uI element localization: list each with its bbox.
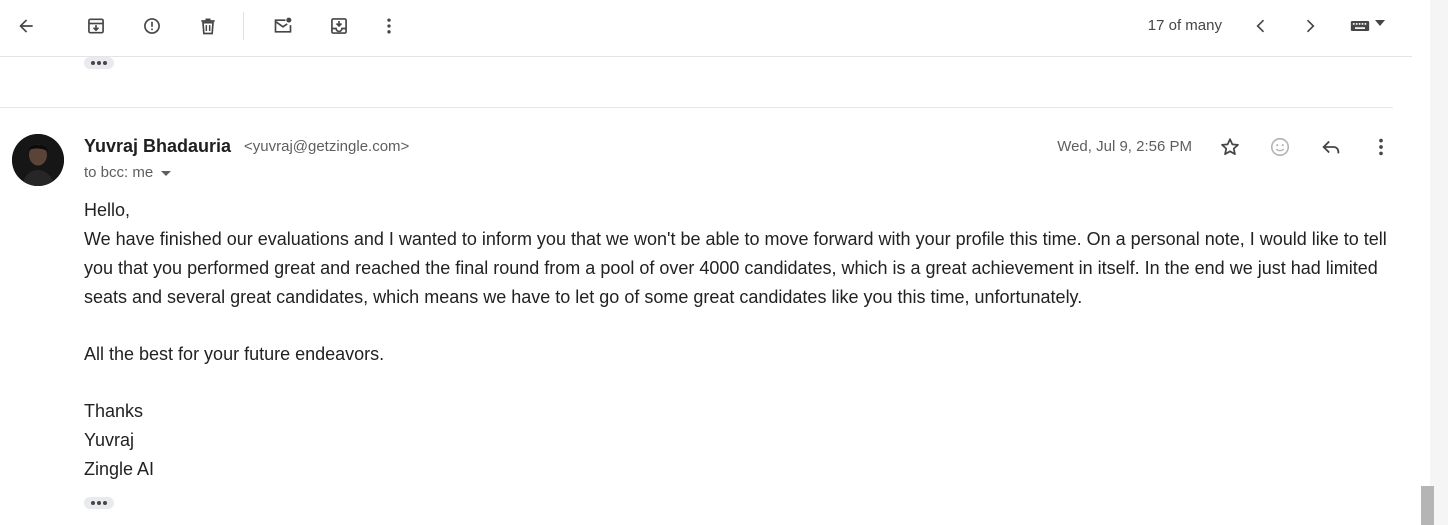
message-more-button[interactable] — [1363, 129, 1399, 165]
sender-name[interactable]: Yuvraj Bhadauria — [84, 136, 231, 157]
toolbar-separator — [243, 12, 244, 40]
star-icon — [1221, 138, 1239, 156]
scrollbar-track[interactable] — [1430, 0, 1448, 525]
chevron-down-icon — [1375, 20, 1385, 26]
star-button[interactable] — [1212, 129, 1248, 165]
archive-icon — [88, 18, 104, 34]
older-button[interactable] — [1292, 8, 1328, 44]
message-toolbar: 17 of many — [0, 0, 1412, 57]
more-vert-icon — [387, 18, 391, 34]
scrollbar-thumb[interactable] — [1421, 486, 1434, 525]
arrow-back-icon — [19, 19, 33, 33]
wishes-line: All the best for your future endeavors. — [84, 344, 385, 364]
mark-unread-button[interactable] — [265, 8, 301, 44]
back-button[interactable] — [8, 8, 44, 44]
reply-button[interactable] — [1313, 129, 1349, 165]
add-reaction-button[interactable] — [1262, 129, 1298, 165]
more-vert-icon — [1379, 138, 1383, 156]
signature-name: Yuvraj — [84, 430, 135, 450]
move-to-icon — [331, 18, 347, 34]
reply-icon — [1322, 140, 1340, 154]
recipients-details[interactable]: to bcc: me — [84, 164, 172, 181]
body-paragraph: We have finished our evaluations and I w… — [84, 229, 1387, 307]
more-options-button[interactable] — [371, 8, 407, 44]
sender-avatar[interactable] — [12, 134, 64, 186]
caret-down-icon — [161, 170, 172, 176]
newer-button[interactable] — [1243, 8, 1279, 44]
show-trimmed-content-button[interactable] — [84, 497, 114, 509]
input-tools-button[interactable] — [1340, 8, 1392, 44]
avatar-photo — [12, 134, 64, 186]
keyboard-icon — [1350, 21, 1370, 31]
message-date: Wed, Jul 9, 2:56 PM — [1057, 138, 1192, 155]
recipients-label: to bcc: me — [84, 164, 154, 181]
emoji-icon — [1270, 137, 1290, 157]
move-to-button[interactable] — [321, 8, 357, 44]
show-trimmed-content-button[interactable] — [84, 57, 114, 69]
chevron-right-icon — [1306, 19, 1315, 33]
archive-button[interactable] — [78, 8, 114, 44]
delete-icon — [201, 18, 215, 35]
signature-company: Zingle AI — [84, 459, 155, 479]
signoff-line: Thanks — [84, 401, 144, 421]
message-divider — [0, 107, 1393, 108]
sender-email: <yuvraj@getzingle.com> — [244, 138, 410, 155]
message-body: Hello, We have finished our evaluations … — [84, 196, 1389, 484]
message-counter: 17 of many — [1147, 17, 1222, 34]
report-spam-icon — [144, 18, 160, 34]
greeting: Hello, — [84, 200, 131, 220]
report-spam-button[interactable] — [134, 8, 170, 44]
delete-button[interactable] — [190, 8, 226, 44]
chevron-left-icon — [1256, 19, 1265, 33]
mark-unread-icon — [274, 17, 292, 33]
